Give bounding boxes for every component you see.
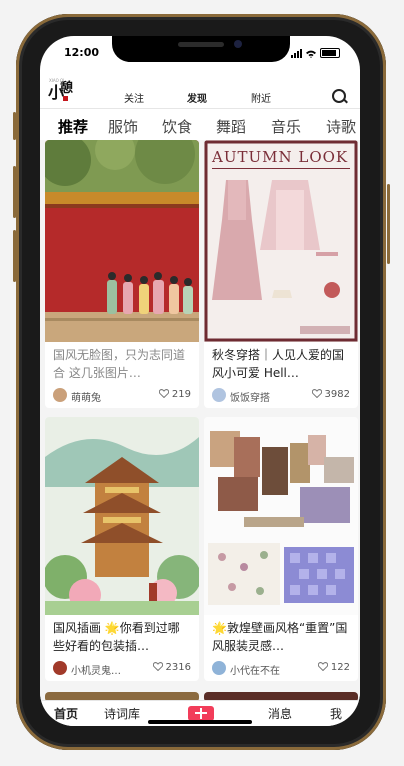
- like-count[interactable]: 219: [158, 389, 191, 400]
- battery-icon: [320, 48, 340, 58]
- like-count-value: 2316: [165, 662, 191, 673]
- tab-me[interactable]: 我: [330, 705, 342, 722]
- author-name[interactable]: 萌萌兔: [71, 389, 101, 404]
- category-bar: 推荐 服饰 饮食 舞蹈 音乐 诗歌: [40, 109, 360, 141]
- like-count[interactable]: 3982: [311, 389, 350, 400]
- cellular-signal-icon: [291, 49, 302, 58]
- tab-poetry-library[interactable]: 诗词库: [104, 705, 140, 722]
- feed-card[interactable]: 国风插画 🌟你看到过哪些好看的包装插… 小机灵鬼… 2316: [45, 417, 199, 681]
- feed-card[interactable]: 🌟敦煌壁画风格“重置”国风服装灵感… 小代在不在 122: [204, 417, 358, 681]
- card-meta: 饭饭穿搭 3982: [204, 384, 358, 408]
- tab-messages[interactable]: 消息: [268, 705, 292, 722]
- wifi-icon: [306, 50, 316, 58]
- heart-icon: [158, 389, 169, 398]
- heart-icon: [152, 662, 163, 671]
- mute-switch: [13, 112, 16, 140]
- author-name[interactable]: 饭饭穿搭: [230, 389, 270, 404]
- create-post-button[interactable]: [188, 706, 214, 721]
- like-count[interactable]: 2316: [152, 662, 191, 673]
- like-count-value: 122: [330, 662, 350, 673]
- poster-heading: AUTUMN LOOK: [211, 148, 348, 166]
- avatar[interactable]: [212, 388, 226, 402]
- feed-card[interactable]: [45, 692, 199, 700]
- top-navigation: 小 憩 XIAO QI 关注 发现 附近: [40, 72, 360, 109]
- app-logo[interactable]: 小 憩 XIAO QI: [46, 74, 80, 106]
- card-image: [45, 417, 199, 615]
- card-image: [45, 140, 199, 342]
- feed-card[interactable]: [204, 692, 358, 700]
- app-screen: 12:00 小 憩 XIAO QI 关注 发现 附近 推荐 服饰 饮食 舞蹈 音…: [40, 36, 360, 726]
- like-count-value: 3982: [324, 389, 350, 400]
- status-icons: [291, 48, 340, 58]
- card-meta: 萌萌兔 219: [45, 384, 199, 408]
- author-name[interactable]: 小代在不在: [230, 662, 280, 677]
- power-button: [387, 184, 390, 264]
- front-camera: [234, 40, 242, 48]
- volume-down-button: [13, 230, 16, 282]
- card-image: AUTUMN LOOK: [204, 140, 358, 342]
- tab-following[interactable]: 关注: [124, 90, 144, 105]
- tab-discover[interactable]: 发现: [187, 90, 207, 105]
- feed-card[interactable]: 国风无脸图，只为志同道合 这几张图片… 萌萌兔 219: [45, 140, 199, 408]
- card-image: [204, 417, 358, 615]
- author-name[interactable]: 小机灵鬼…: [71, 662, 121, 677]
- heart-icon: [311, 389, 322, 398]
- category-poetry[interactable]: 诗歌: [326, 116, 356, 137]
- volume-up-button: [13, 166, 16, 218]
- avatar[interactable]: [53, 661, 67, 675]
- card-title: 🌟敦煌壁画风格“重置”国风服装灵感…: [212, 621, 348, 653]
- card-title: 秋冬穿搭｜人见人爱的国风小可爱 Hell…: [212, 348, 345, 380]
- card-title: 国风无脸图，只为志同道合 这几张图片…: [53, 348, 186, 380]
- home-indicator[interactable]: [148, 720, 252, 724]
- category-dance[interactable]: 舞蹈: [216, 116, 246, 137]
- heart-icon: [317, 662, 328, 671]
- speaker-grille: [178, 42, 224, 47]
- avatar[interactable]: [53, 388, 67, 402]
- category-clothing[interactable]: 服饰: [108, 116, 138, 137]
- search-icon[interactable]: [332, 89, 346, 103]
- category-music[interactable]: 音乐: [271, 116, 301, 137]
- category-food[interactable]: 饮食: [162, 116, 192, 137]
- tab-nearby[interactable]: 附近: [251, 90, 271, 105]
- category-recommend[interactable]: 推荐: [58, 116, 88, 137]
- avatar[interactable]: [212, 661, 226, 675]
- phone-notch: [112, 36, 290, 62]
- like-count-value: 219: [171, 389, 191, 400]
- status-time: 12:00: [64, 46, 100, 59]
- tab-home[interactable]: 首页: [54, 705, 78, 722]
- feed-card[interactable]: AUTUMN LOOK 秋冬穿搭｜人见人爱的国风小可爱 Hell… 饭饭穿搭 3…: [204, 140, 358, 408]
- discover-feed: 国风无脸图，只为志同道合 这几张图片… 萌萌兔 219 AUTUMN LOOK: [40, 140, 360, 700]
- svg-text:XIAO QI: XIAO QI: [49, 78, 64, 83]
- card-title: 国风插画 🌟你看到过哪些好看的包装插…: [53, 621, 180, 653]
- card-meta: 小代在不在 122: [204, 657, 358, 681]
- like-count[interactable]: 122: [317, 662, 350, 673]
- card-meta: 小机灵鬼… 2316: [45, 657, 199, 681]
